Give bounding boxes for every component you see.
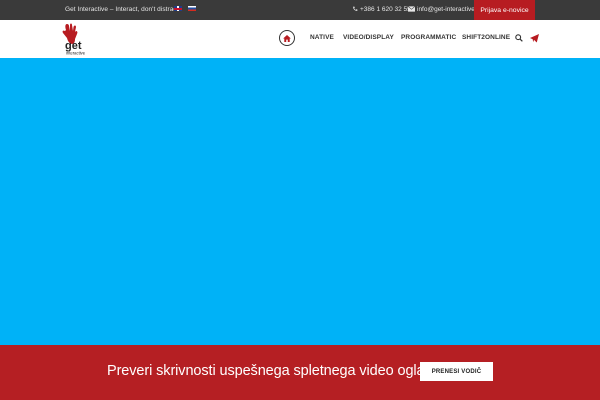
phone-contact[interactable]: +386 1 620 32 55 <box>352 6 411 13</box>
promo-banner: Preveri skrivnosti uspešnega spletnega v… <box>0 345 600 400</box>
nav-item-programmatic[interactable]: PROGRAMMATIC <box>401 34 456 41</box>
hero-section <box>0 58 600 345</box>
envelope-icon <box>408 6 415 12</box>
get-interactive-logo[interactable]: get interactive <box>59 22 93 56</box>
phone-number: +386 1 620 32 55 <box>360 5 411 13</box>
search-icon[interactable] <box>515 34 523 42</box>
paper-plane-icon[interactable] <box>530 34 539 43</box>
home-icon <box>283 34 291 42</box>
banner-headline: Preveri skrivnosti uspešnega spletnega v… <box>107 363 474 379</box>
nav-item-shift2online[interactable]: SHIFT2ONLINE <box>462 34 510 41</box>
download-guide-button[interactable]: PRENESI VODIČ <box>420 362 493 381</box>
home-button[interactable] <box>279 30 295 46</box>
site-tagline: Get Interactive – Interact, don't distra… <box>65 6 181 13</box>
newsletter-signup-button[interactable]: Prijava e-novice <box>474 0 535 20</box>
site-header: get interactive NATIVE VIDEO/DISPLAY PRO… <box>0 20 600 59</box>
nav-item-native[interactable]: NATIVE <box>310 34 334 41</box>
email-contact[interactable]: info@get-interactive.eu <box>408 6 484 13</box>
flag-uk-icon[interactable] <box>174 6 182 11</box>
svg-text:interactive: interactive <box>66 51 86 56</box>
top-bar: Get Interactive – Interact, don't distra… <box>0 0 600 20</box>
phone-icon <box>353 6 358 11</box>
flag-slovenia-icon[interactable] <box>188 6 196 11</box>
nav-item-video-display[interactable]: VIDEO/DISPLAY <box>343 34 394 41</box>
